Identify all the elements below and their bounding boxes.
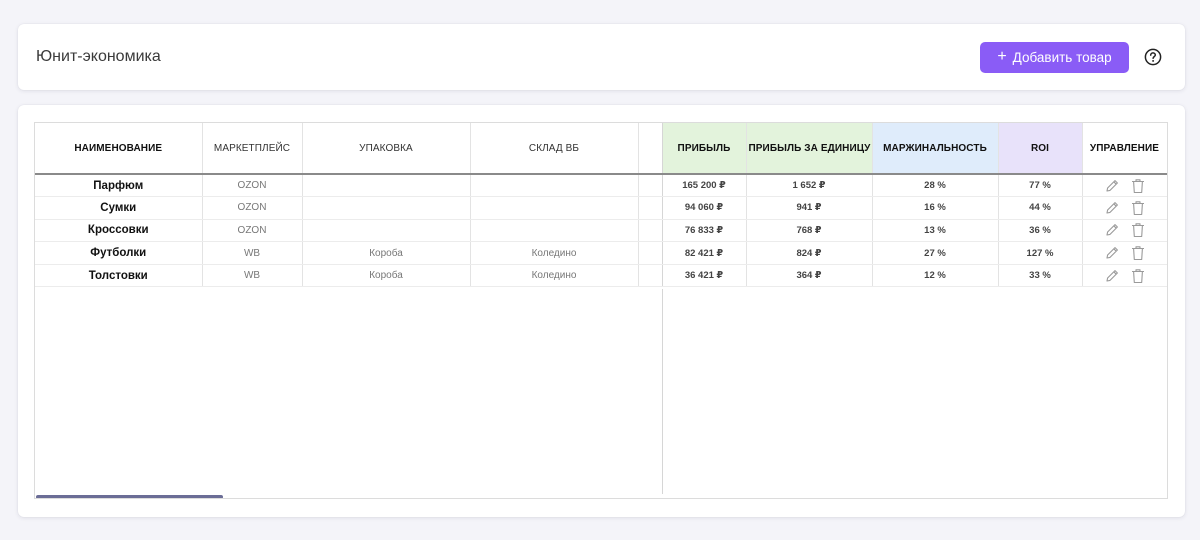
cell-actions bbox=[1082, 174, 1167, 198]
cell-margin: 12 % bbox=[872, 264, 999, 288]
cell-profit: 76 833 ₽ bbox=[662, 219, 747, 243]
pencil-icon[interactable] bbox=[1104, 200, 1120, 216]
cell-spacer bbox=[638, 196, 663, 220]
col-header-actions: УПРАВЛЕНИЕ bbox=[1082, 123, 1167, 175]
cell-name: Кроссовки bbox=[35, 219, 203, 243]
frozen-column-divider bbox=[662, 289, 663, 494]
table-card: НАИМЕНОВАНИЕ МАРКЕТПЛЕЙС УПАКОВКА СКЛАД … bbox=[18, 105, 1185, 517]
cell-packaging: Короба bbox=[302, 264, 471, 288]
add-product-button-label: Добавить товар bbox=[1012, 50, 1112, 65]
cell-profit: 82 421 ₽ bbox=[662, 241, 747, 265]
cell-margin: 16 % bbox=[872, 196, 999, 220]
cell-profit-per-unit: 941 ₽ bbox=[746, 196, 873, 220]
pencil-icon[interactable] bbox=[1104, 178, 1120, 194]
cell-roi: 77 % bbox=[998, 174, 1083, 198]
table-row[interactable]: Толстовки WB Короба Коледино 36 421 ₽ 36… bbox=[35, 264, 1167, 288]
cell-warehouse bbox=[470, 219, 639, 243]
trash-icon[interactable] bbox=[1130, 178, 1146, 194]
col-header-warehouse[interactable]: СКЛАД ВБ bbox=[470, 123, 639, 175]
cell-spacer bbox=[638, 264, 663, 288]
cell-margin: 13 % bbox=[872, 219, 999, 243]
cell-roi: 44 % bbox=[998, 196, 1083, 220]
cell-marketplace: OZON bbox=[202, 219, 303, 243]
cell-name: Парфюм bbox=[35, 174, 203, 198]
cell-profit: 165 200 ₽ bbox=[662, 174, 747, 198]
cell-actions bbox=[1082, 264, 1167, 288]
cell-profit-per-unit: 1 652 ₽ bbox=[746, 174, 873, 198]
col-header-spacer bbox=[638, 123, 663, 175]
unit-economics-table: НАИМЕНОВАНИЕ МАРКЕТПЛЕЙС УПАКОВКА СКЛАД … bbox=[34, 122, 1168, 499]
cell-packaging bbox=[302, 196, 471, 220]
cell-actions bbox=[1082, 241, 1167, 265]
cell-name: Сумки bbox=[35, 196, 203, 220]
cell-packaging bbox=[302, 174, 471, 198]
cell-name: Футболки bbox=[35, 241, 203, 265]
trash-icon[interactable] bbox=[1130, 200, 1146, 216]
plus-icon: + bbox=[997, 48, 1007, 65]
cell-warehouse: Коледино bbox=[470, 241, 639, 265]
cell-marketplace: WB bbox=[202, 241, 303, 265]
add-product-button[interactable]: + Добавить товар bbox=[980, 42, 1129, 73]
page-title: Юнит-экономика bbox=[36, 48, 161, 65]
cell-actions bbox=[1082, 196, 1167, 220]
cell-margin: 27 % bbox=[872, 241, 999, 265]
pencil-icon[interactable] bbox=[1104, 268, 1120, 284]
question-circle-icon[interactable] bbox=[1144, 48, 1162, 66]
cell-profit: 36 421 ₽ bbox=[662, 264, 747, 288]
col-header-margin[interactable]: МАРЖИНАЛЬНОСТЬ bbox=[872, 123, 999, 175]
trash-icon[interactable] bbox=[1130, 222, 1146, 238]
table-header-row: НАИМЕНОВАНИЕ МАРКЕТПЛЕЙС УПАКОВКА СКЛАД … bbox=[35, 123, 1167, 175]
col-header-profit-per-unit[interactable]: ПРИБЫЛЬ ЗА ЕДИНИЦУ bbox=[746, 123, 873, 175]
cell-actions bbox=[1082, 219, 1167, 243]
table-row[interactable]: Кроссовки OZON 76 833 ₽ 768 ₽ 13 % 36 % bbox=[35, 219, 1167, 243]
cell-packaging: Короба bbox=[302, 241, 471, 265]
cell-marketplace: OZON bbox=[202, 196, 303, 220]
col-header-profit[interactable]: ПРИБЫЛЬ bbox=[662, 123, 747, 175]
horizontal-scrollbar[interactable] bbox=[36, 495, 223, 498]
cell-margin: 28 % bbox=[872, 174, 999, 198]
cell-warehouse bbox=[470, 196, 639, 220]
cell-spacer bbox=[638, 174, 663, 198]
cell-warehouse: Коледино bbox=[470, 264, 639, 288]
col-header-packaging[interactable]: УПАКОВКА bbox=[302, 123, 471, 175]
header-card: Юнит-экономика + Добавить товар bbox=[18, 24, 1185, 90]
cell-marketplace: WB bbox=[202, 264, 303, 288]
cell-spacer bbox=[638, 219, 663, 243]
table-row[interactable]: Парфюм OZON 165 200 ₽ 1 652 ₽ 28 % 77 % bbox=[35, 174, 1167, 198]
trash-icon[interactable] bbox=[1130, 268, 1146, 284]
col-header-name[interactable]: НАИМЕНОВАНИЕ bbox=[35, 123, 203, 175]
cell-roi: 36 % bbox=[998, 219, 1083, 243]
table-row[interactable]: Сумки OZON 94 060 ₽ 941 ₽ 16 % 44 % bbox=[35, 196, 1167, 220]
cell-roi: 33 % bbox=[998, 264, 1083, 288]
col-header-marketplace[interactable]: МАРКЕТПЛЕЙС bbox=[202, 123, 303, 175]
pencil-icon[interactable] bbox=[1104, 222, 1120, 238]
cell-profit-per-unit: 824 ₽ bbox=[746, 241, 873, 265]
col-header-roi[interactable]: ROI bbox=[998, 123, 1083, 175]
cell-roi: 127 % bbox=[998, 241, 1083, 265]
cell-profit: 94 060 ₽ bbox=[662, 196, 747, 220]
table-row[interactable]: Футболки WB Короба Коледино 82 421 ₽ 824… bbox=[35, 241, 1167, 265]
cell-packaging bbox=[302, 219, 471, 243]
pencil-icon[interactable] bbox=[1104, 245, 1120, 261]
trash-icon[interactable] bbox=[1130, 245, 1146, 261]
cell-profit-per-unit: 768 ₽ bbox=[746, 219, 873, 243]
cell-profit-per-unit: 364 ₽ bbox=[746, 264, 873, 288]
cell-warehouse bbox=[470, 174, 639, 198]
cell-marketplace: OZON bbox=[202, 174, 303, 198]
cell-name: Толстовки bbox=[35, 264, 203, 288]
cell-spacer bbox=[638, 241, 663, 265]
